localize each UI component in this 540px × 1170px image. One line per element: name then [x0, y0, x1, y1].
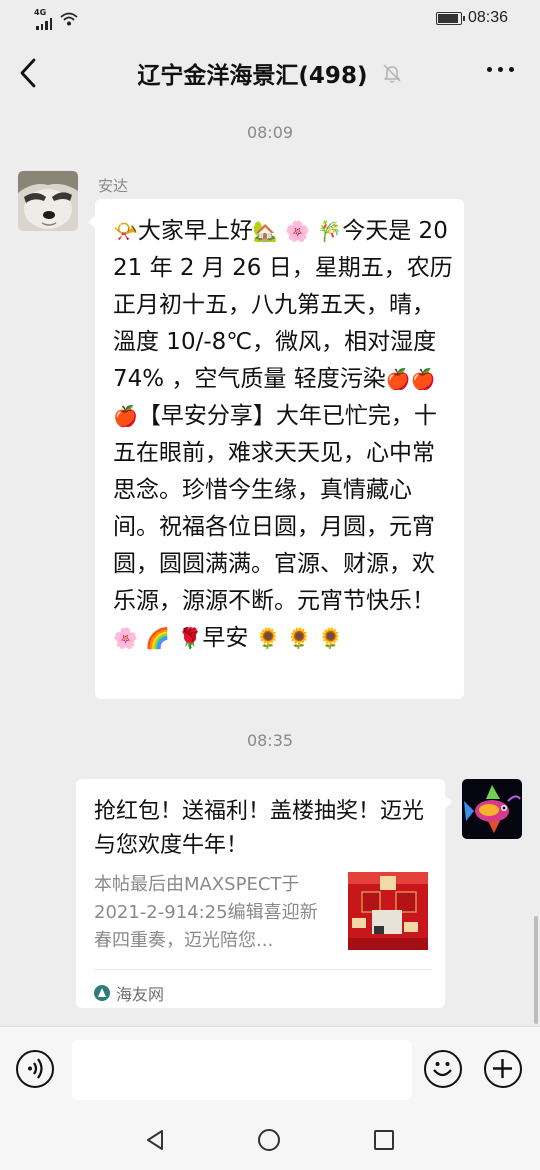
chat-title: 辽宁金洋海景汇(498) — [137, 63, 368, 89]
chat-header: 辽宁金洋海景汇(498) — [0, 36, 540, 110]
house-icon: 🏡 — [252, 219, 278, 243]
card-thumbnail — [348, 872, 428, 950]
title-area: 辽宁金洋海景汇(498) — [0, 56, 540, 90]
wifi-icon — [60, 12, 78, 26]
voice-icon — [28, 1058, 43, 1079]
system-nav-bar — [0, 1110, 540, 1170]
message-text-segment: 今天是 2021 年 2 月 26 日，星期五，农历正月初十五，八九第五天，晴，… — [113, 218, 453, 392]
rose-icon: 🌹 — [177, 626, 203, 650]
status-left: 4G — [34, 8, 78, 30]
nav-home-icon[interactable] — [258, 1129, 280, 1151]
battery-icon — [435, 11, 465, 25]
red-packet-thumbnail-icon — [348, 872, 428, 950]
more-button[interactable] — [487, 67, 514, 72]
input-bar — [0, 1026, 540, 1111]
emoji-icon — [433, 1062, 452, 1077]
card-source-label: 海友网 — [116, 985, 165, 1004]
status-bar: 4G 08:36 — [0, 0, 540, 36]
fish-avatar-icon — [462, 779, 522, 839]
sunflowers-icon: 🌻 🌻 🌻 — [255, 626, 344, 650]
nav-recent-icon[interactable] — [374, 1130, 394, 1150]
signal-icon: 4G — [34, 8, 54, 30]
nav-back-icon[interactable] — [144, 1128, 166, 1152]
more-icon — [487, 67, 492, 72]
scrollbar[interactable] — [534, 916, 538, 1024]
mute-icon — [383, 64, 401, 83]
card-description: 本帖最后由MAXSPECT于2021-2-914:25编辑喜迎新春四重奏，迈光陪… — [94, 874, 318, 951]
tanabata-tree-icon: 🎋 — [317, 219, 343, 243]
blossom-icon: 🌸 — [285, 219, 311, 243]
text-message-bubble[interactable]: 📯大家早上好🏡 🌸 🎋今天是 2021 年 2 月 26 日，星期五，农历正月初… — [88, 199, 464, 699]
horn-icon: 📯 — [113, 219, 138, 243]
message-timestamp: 08:35 — [246, 731, 294, 750]
sender-avatar[interactable] — [18, 171, 78, 231]
rainbow-icon: 🌈 — [145, 626, 171, 650]
message-timestamp: 08:09 — [246, 123, 294, 142]
emoji-button[interactable] — [424, 1050, 462, 1088]
sender-name: 安达 — [98, 177, 129, 195]
message-text-segment: 早安 — [202, 625, 256, 651]
plus-button[interactable] — [484, 1050, 522, 1088]
blossom-icon: 🌸 — [113, 626, 138, 650]
status-right: 08:36 — [435, 9, 508, 27]
card-title: 抢红包！送福利！盖楼抽奖！迈光与您欢度牛年！ — [94, 799, 425, 858]
self-avatar[interactable] — [462, 779, 522, 839]
message-text-segment: 【早安分享】大年已忙完，十五在眼前，难求天天见，心中常思念。珍惜今生缘，真情藏心… — [113, 403, 437, 614]
voice-button[interactable] — [16, 1050, 54, 1088]
card-divider — [94, 969, 431, 970]
link-card-message[interactable]: 抢红包！送福利！盖楼抽奖！迈光与您欢度牛年！ 本帖最后由MAXSPECT于202… — [76, 779, 452, 1008]
battery-level — [437, 13, 458, 23]
status-time: 08:36 — [467, 9, 508, 26]
message-input[interactable] — [72, 1040, 412, 1100]
source-logo-icon — [94, 985, 110, 1001]
message-text: 📯大家早上好🏡 🌸 🎋今天是 2021 年 2 月 26 日，星期五，农历正月初… — [113, 213, 453, 657]
card-source: 海友网 — [94, 981, 164, 1005]
message-text-segment: 大家早上好 — [137, 218, 253, 244]
dog-avatar-icon — [18, 171, 78, 231]
plus-icon — [493, 1059, 512, 1078]
